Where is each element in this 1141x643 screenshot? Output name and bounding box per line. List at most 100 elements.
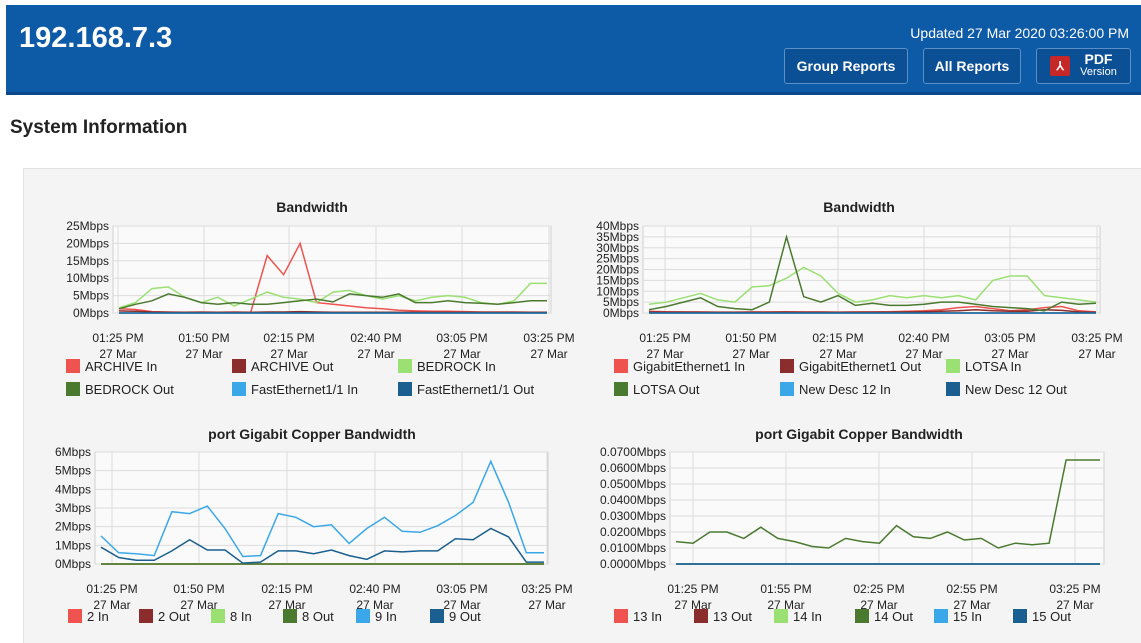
y-tick-label: 20Mbps: [66, 236, 109, 250]
x-tick-time: 02:15 PM: [261, 582, 312, 596]
legend-swatch: [855, 609, 869, 623]
chart-title: Bandwidth: [276, 199, 348, 215]
y-tick-label: 0.0500Mbps: [600, 477, 666, 491]
y-tick-label: 0.0000Mbps: [600, 557, 666, 571]
x-tick-time: 02:25 PM: [853, 582, 904, 596]
x-tick-time: 01:50 PM: [178, 331, 229, 345]
y-tick-label: 0.0400Mbps: [600, 493, 666, 507]
legend-swatch: [211, 609, 225, 623]
y-tick-label: 0Mbps: [55, 557, 91, 571]
legend-label: 9 Out: [449, 609, 481, 624]
legend-label: FastEthernet1/1 In: [251, 382, 358, 397]
legend-swatch: [66, 359, 80, 373]
legend-swatch: [398, 382, 412, 396]
y-tick-label: 0.0200Mbps: [600, 525, 666, 539]
legend-swatch: [774, 609, 788, 623]
legend-label: 14 Out: [874, 609, 913, 624]
y-tick-label: 15Mbps: [66, 254, 109, 268]
y-tick-label: 3Mbps: [55, 501, 91, 515]
legend-label: 13 In: [633, 609, 662, 624]
legend-label: 9 In: [375, 609, 397, 624]
legend-swatch: [614, 359, 628, 373]
legend-label: 15 In: [953, 609, 982, 624]
x-tick-date: 27 Mar: [357, 347, 394, 361]
legend-swatch: [934, 609, 948, 623]
x-tick-date: 27 Mar: [528, 598, 565, 612]
x-tick-time: 02:15 PM: [263, 331, 314, 345]
legend-label: GigabitEthernet1 Out: [799, 359, 922, 374]
x-tick-time: 01:50 PM: [725, 331, 776, 345]
legend-swatch: [946, 359, 960, 373]
legend-swatch: [232, 359, 246, 373]
chart-1: Bandwidth 25Mbps 20Mbps 15Mbps 10Mbps 5Mbps 0M…: [66, 199, 575, 397]
x-tick-time: 03:05 PM: [984, 331, 1035, 345]
legend-label: GigabitEthernet1 In: [633, 359, 745, 374]
chart-3: port Gigabit Copper Bandwidth 6Mbps 5Mbps 4…: [55, 426, 573, 624]
legend-swatch: [398, 359, 412, 373]
y-tick-label: 1Mbps: [55, 538, 91, 552]
legend-swatch: [139, 609, 153, 623]
legend-swatch: [66, 382, 80, 396]
plot-area: [112, 225, 552, 314]
chart-4: port Gigabit Copper Bandwidth 0.0700Mbps 0…: [600, 426, 1105, 624]
x-tick-time: 01:55 PM: [760, 582, 811, 596]
x-tick-time: 02:15 PM: [812, 331, 863, 345]
legend-label: New Desc 12 In: [799, 382, 891, 397]
x-tick-time: 02:40 PM: [350, 331, 401, 345]
legend-label: 14 In: [793, 609, 822, 624]
x-tick-time: 03:25 PM: [521, 582, 572, 596]
x-tick-time: 01:25 PM: [639, 331, 690, 345]
y-tick-label: 0.0300Mbps: [600, 509, 666, 523]
x-tick-time: 03:25 PM: [1071, 331, 1122, 345]
legend-swatch: [946, 382, 960, 396]
legend-label: LOTSA In: [965, 359, 1021, 374]
x-tick-date: 27 Mar: [1078, 347, 1115, 361]
legend-swatch: [1013, 609, 1027, 623]
legend-swatch: [780, 359, 794, 373]
legend-label: 2 In: [87, 609, 109, 624]
legend-swatch: [430, 609, 444, 623]
x-tick-date: 27 Mar: [530, 347, 567, 361]
legend-label: New Desc 12 Out: [965, 382, 1067, 397]
y-tick-label: 4Mbps: [55, 482, 91, 496]
legend-label: BEDROCK In: [417, 359, 496, 374]
x-tick-date: 27 Mar: [185, 347, 222, 361]
legend-swatch: [68, 609, 82, 623]
x-tick-time: 02:40 PM: [898, 331, 949, 345]
y-tick-label: 25Mbps: [66, 219, 109, 233]
legend-swatch: [614, 382, 628, 396]
x-tick-time: 03:05 PM: [436, 582, 487, 596]
y-tick-label: 6Mbps: [55, 445, 91, 459]
x-tick-time: 02:55 PM: [946, 582, 997, 596]
x-tick-time: 03:25 PM: [523, 331, 574, 345]
y-tick-label: 10Mbps: [66, 271, 109, 285]
chart-title: port Gigabit Copper Bandwidth: [755, 426, 963, 442]
legend-swatch: [356, 609, 370, 623]
x-tick-time: 03:05 PM: [436, 331, 487, 345]
y-tick-label: 0Mbps: [603, 306, 639, 320]
legend-label: 15 Out: [1032, 609, 1071, 624]
chart-2: Bandwidth40Mbps35Mbps30Mbps25Mbps20Mbps1…: [596, 199, 1122, 397]
legend-label: ARCHIVE In: [85, 359, 157, 374]
x-tick-time: 02:40 PM: [349, 582, 400, 596]
legend-label: 13 Out: [713, 609, 752, 624]
y-tick-label: 0.0600Mbps: [600, 461, 666, 475]
y-tick-label: 0.0100Mbps: [600, 541, 666, 555]
legend-label: 2 Out: [158, 609, 190, 624]
legend-swatch: [780, 382, 794, 396]
legend-label: FastEthernet1/1 Out: [417, 382, 534, 397]
chart-title: port Gigabit Copper Bandwidth: [208, 426, 416, 442]
legend-label: 8 Out: [302, 609, 334, 624]
x-tick-time: 01:25 PM: [86, 582, 137, 596]
legend-label: 8 In: [230, 609, 252, 624]
plot-area: [669, 451, 1105, 565]
x-tick-time: 01:50 PM: [173, 582, 224, 596]
legend-label: BEDROCK Out: [85, 382, 174, 397]
legend-swatch: [614, 609, 628, 623]
legend-swatch: [232, 382, 246, 396]
legend-swatch: [694, 609, 708, 623]
y-tick-label: 5Mbps: [55, 464, 91, 478]
y-tick-label: 0.0700Mbps: [600, 445, 666, 459]
charts-canvas: Bandwidth 25Mbps 20Mbps 15Mbps 10Mbps 5Mbps 0M…: [55, 199, 1123, 624]
y-tick-label: 2Mbps: [55, 520, 91, 534]
